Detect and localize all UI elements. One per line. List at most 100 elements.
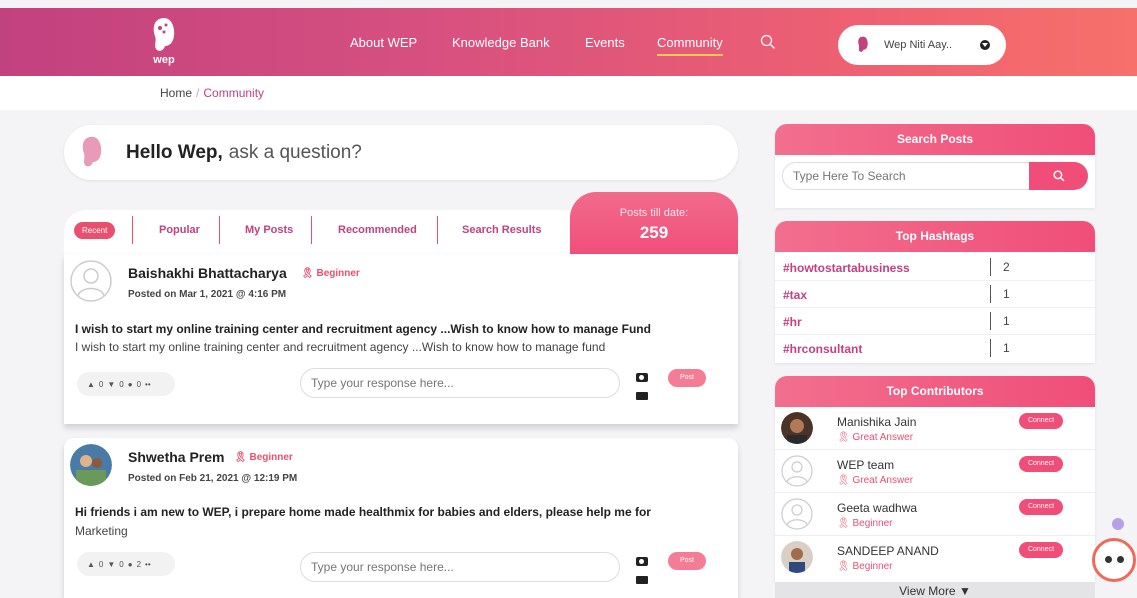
breadcrumb-home[interactable]: Home: [160, 86, 192, 100]
upvote-icon[interactable]: ▲: [87, 560, 95, 569]
camera-icon[interactable]: [636, 373, 648, 382]
nav-knowledge-bank[interactable]: Knowledge Bank: [452, 35, 550, 50]
post-button[interactable]: Post: [668, 369, 706, 387]
post-date: Posted on Mar 1, 2021 @ 4:16 PM: [128, 289, 287, 300]
nav-about-wep[interactable]: About WEP: [350, 35, 417, 50]
ribbon-icon: 🎗︎: [234, 452, 247, 463]
contributor-name[interactable]: SANDEEP ANAND: [837, 544, 939, 558]
contributor-badge: 🎗︎ Great Answer: [837, 432, 913, 443]
hashtag-label[interactable]: #hrconsultant: [783, 342, 862, 356]
hashtag-count: 2: [1003, 260, 1010, 274]
notification-dot[interactable]: [1112, 518, 1124, 530]
badge-label: Beginner: [249, 452, 293, 463]
avatar[interactable]: [781, 541, 813, 573]
hashtag-label[interactable]: #howtostartabusiness: [783, 261, 910, 275]
wep-avatar-icon: [82, 136, 102, 166]
contributor-name[interactable]: WEP team: [837, 458, 894, 472]
post-body: I wish to start my online training cente…: [75, 340, 606, 354]
connect-button[interactable]: Connect: [1019, 456, 1063, 472]
top-hashtags-title: Top Hashtags: [775, 221, 1095, 252]
avatar[interactable]: [781, 412, 813, 444]
top-contributors-panel: Top Contributors Manishika Jain 🎗︎ Great…: [775, 376, 1095, 582]
reaction-bar: ▲ 0 ▼ 0 ● 2 ••: [77, 552, 175, 576]
video-icon[interactable]: [636, 392, 648, 400]
avatar[interactable]: [781, 498, 813, 530]
post-card: Shwetha Prem 🎗︎ Beginner Posted on Feb 2…: [64, 438, 738, 598]
post-title[interactable]: I wish to start my online training cente…: [75, 320, 715, 338]
comment-icon[interactable]: ●: [128, 380, 133, 389]
upvote-icon[interactable]: ▲: [87, 380, 95, 389]
camera-icon[interactable]: [636, 557, 648, 566]
chevron-down-icon: ▼: [958, 584, 971, 598]
ribbon-icon: 🎗︎: [837, 432, 850, 443]
comment-icon[interactable]: ●: [128, 560, 133, 569]
more-icon[interactable]: ••: [145, 560, 151, 569]
post-body: Marketing: [75, 524, 128, 538]
avatar[interactable]: [70, 444, 112, 486]
search-icon: [1053, 170, 1065, 182]
top-hashtags-panel: Top Hashtags #howtostartabusiness 2 #tax…: [775, 221, 1095, 363]
post-title[interactable]: Hi friends i am new to WEP, i prepare ho…: [75, 503, 715, 521]
chatbot-icon[interactable]: [1092, 538, 1136, 582]
avatar[interactable]: [781, 455, 813, 487]
chevron-down-icon[interactable]: [980, 40, 990, 50]
ribbon-icon: 🎗︎: [837, 518, 850, 529]
user-menu[interactable]: Wep Niti Aay..: [838, 25, 1006, 65]
search-icon[interactable]: [760, 34, 776, 50]
tab-divider: [219, 216, 220, 244]
downvote-count: 0: [119, 559, 124, 569]
hashtag-label[interactable]: #hr: [783, 315, 802, 329]
post-tabs: Recent Popular My Posts Recommended Sear…: [64, 210, 569, 254]
post-author[interactable]: Baishakhi Bhattacharya: [128, 265, 287, 281]
tab-popular[interactable]: Popular: [159, 224, 200, 236]
connect-button[interactable]: Connect: [1019, 413, 1063, 429]
hashtag-row[interactable]: #hrconsultant 1: [775, 335, 1095, 362]
downvote-icon[interactable]: ▼: [107, 380, 115, 389]
hashtag-count: 1: [1003, 341, 1010, 355]
nav-community[interactable]: Community: [657, 35, 723, 56]
breadcrumb-current: Community: [203, 86, 265, 100]
nav-events[interactable]: Events: [585, 35, 625, 50]
search-posts-input[interactable]: [782, 162, 1030, 190]
hashtag-row[interactable]: #howtostartabusiness 2: [775, 254, 1095, 281]
ask-question-card[interactable]: Hello Wep, ask a question?: [64, 125, 738, 180]
contributor-badge: 🎗︎ Great Answer: [837, 475, 913, 486]
contributor-name[interactable]: Manishika Jain: [837, 415, 916, 429]
response-input[interactable]: [300, 368, 620, 398]
downvote-count: 0: [119, 379, 124, 389]
contributor-row: Geeta wadhwa 🎗︎ Beginner Connect: [775, 493, 1095, 536]
connect-button[interactable]: Connect: [1019, 499, 1063, 515]
avatar[interactable]: [70, 260, 112, 302]
video-icon[interactable]: [636, 576, 648, 584]
top-header: wep About WEP Knowledge Bank Events Comm…: [0, 8, 1137, 76]
user-avatar-icon: [858, 36, 868, 52]
post-author-badge: 🎗︎ Beginner: [234, 452, 293, 463]
more-icon[interactable]: ••: [145, 380, 151, 389]
divider: [990, 312, 991, 330]
contributor-name[interactable]: Geeta wadhwa: [837, 501, 917, 515]
ask-prompt: ask a question?: [228, 141, 362, 163]
view-more-button[interactable]: View More ▼: [775, 582, 1095, 598]
connect-button[interactable]: Connect: [1019, 542, 1063, 558]
posts-count-label: Posts till date:: [619, 207, 689, 219]
badge-label: Great Answer: [852, 432, 914, 443]
tab-my-posts[interactable]: My Posts: [245, 224, 293, 236]
search-posts-button[interactable]: [1029, 162, 1088, 190]
post-author[interactable]: Shwetha Prem: [128, 449, 224, 465]
wep-logo[interactable]: wep: [142, 16, 186, 70]
posts-count-value: 259: [639, 223, 669, 242]
hashtag-row[interactable]: #hr 1: [775, 308, 1095, 335]
post-button[interactable]: Post: [668, 552, 706, 570]
contributor-row: Manishika Jain 🎗︎ Great Answer Connect: [775, 407, 1095, 450]
tab-search-results[interactable]: Search Results: [462, 224, 541, 236]
search-posts-title: Search Posts: [775, 124, 1095, 155]
reaction-bar: ▲ 0 ▼ 0 ● 0 ••: [77, 372, 175, 396]
upvote-count: 0: [98, 379, 104, 389]
tab-recent[interactable]: Recent: [74, 222, 116, 239]
response-input[interactable]: [300, 552, 620, 582]
downvote-icon[interactable]: ▼: [107, 560, 115, 569]
tab-recommended[interactable]: Recommended: [338, 224, 417, 236]
hashtag-row[interactable]: #tax 1: [775, 281, 1095, 308]
hashtag-label[interactable]: #tax: [783, 288, 807, 302]
logo-text: wep: [153, 54, 175, 66]
